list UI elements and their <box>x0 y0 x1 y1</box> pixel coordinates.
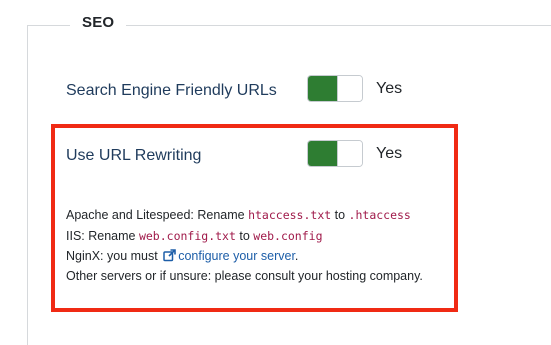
toggle-on-indicator <box>308 76 339 101</box>
configure-server-link[interactable]: configure your server <box>178 249 295 263</box>
help-apache-file-from: htaccess.txt <box>248 208 332 222</box>
help-nginx-line: NginX: you must configure your server. <box>66 249 298 265</box>
help-iis-to: to <box>235 229 254 243</box>
sef-urls-label: Search Engine Friendly URLs <box>66 82 277 99</box>
help-nginx-prefix: NginX: you must <box>66 249 162 263</box>
toggle-on-indicator <box>308 141 339 166</box>
toggle-knob <box>337 76 362 101</box>
help-iis-line: IIS: Rename web.config.txt to web.config <box>66 229 323 243</box>
seo-legend: SEO <box>70 14 127 31</box>
help-iis-file-to: web.config <box>253 229 323 243</box>
help-apache-line: Apache and Litespeed: Rename htaccess.tx… <box>66 208 411 222</box>
toggle-knob <box>337 141 362 166</box>
help-apache-to: to <box>331 208 349 222</box>
url-rewriting-toggle[interactable] <box>307 140 363 167</box>
url-rewriting-label: Use URL Rewriting <box>66 147 202 164</box>
help-iis-file-from: web.config.txt <box>138 229 236 243</box>
help-other-line: Other servers or if unsure: please consu… <box>66 269 423 283</box>
help-apache-prefix: Apache and Litespeed: Rename <box>66 208 249 222</box>
help-iis-prefix: IIS: Rename <box>66 229 139 243</box>
help-apache-file-to: .htaccess <box>348 208 411 222</box>
sef-urls-value: Yes <box>376 80 403 97</box>
external-link-icon[interactable] <box>163 249 176 265</box>
help-nginx-suffix: . <box>294 249 299 263</box>
sef-urls-toggle[interactable] <box>307 75 363 102</box>
url-rewriting-value: Yes <box>376 145 403 162</box>
